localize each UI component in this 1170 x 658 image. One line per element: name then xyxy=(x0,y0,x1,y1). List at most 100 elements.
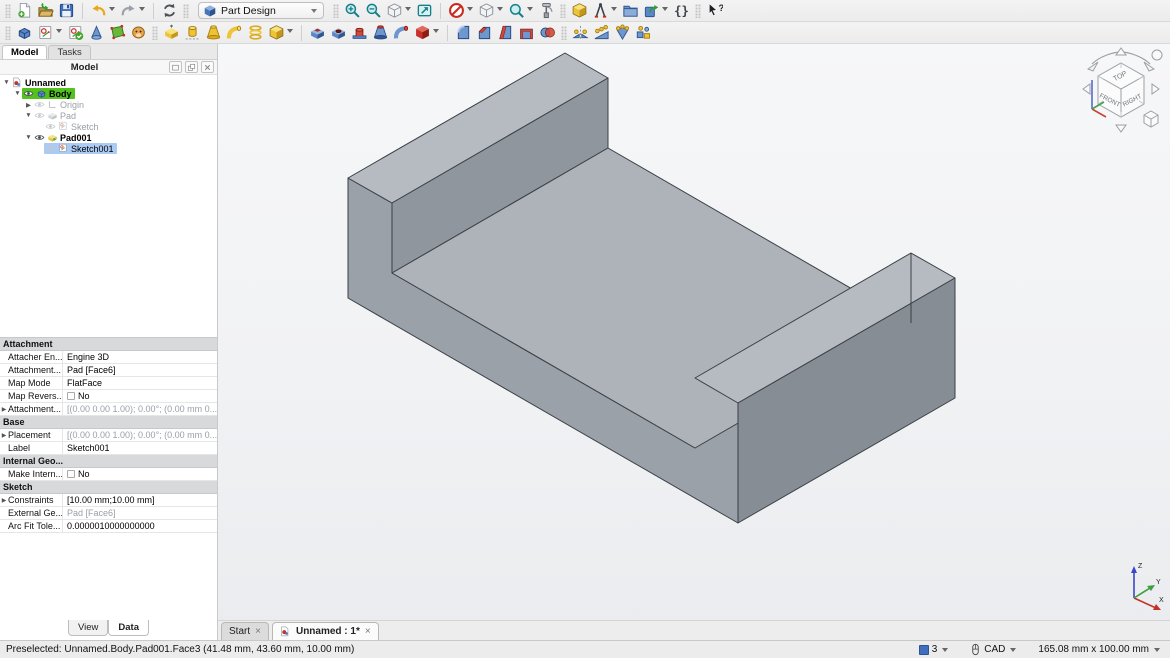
tree-expander-open[interactable]: ▼ xyxy=(2,79,11,86)
property-value[interactable]: Pad [Face6] xyxy=(62,506,217,520)
expressions-button[interactable]: {} xyxy=(671,0,692,21)
visibility-eye-icon[interactable] xyxy=(23,89,34,98)
mirrored-button[interactable] xyxy=(570,22,591,43)
create-body-button[interactable] xyxy=(14,22,35,43)
property-value[interactable]: [(0.00 0.00 1.00); 0.00°; (0.00 mm 0... xyxy=(62,428,217,442)
tree-item-content[interactable]: Sketch xyxy=(44,121,102,132)
property-value[interactable]: [10.00 mm;10.00 mm] xyxy=(62,493,217,507)
property-row[interactable]: Attachment... Pad [Face6] xyxy=(0,363,217,377)
create-sketch-dropdown-arrow[interactable] xyxy=(56,29,62,33)
linear-pattern-button[interactable] xyxy=(591,22,612,43)
additive-primitive-dropdown-arrow[interactable] xyxy=(287,29,293,33)
create-shape-binder-button[interactable] xyxy=(107,22,128,43)
tree-item-pad[interactable]: ▼ Pad xyxy=(0,110,217,121)
standard-views-button[interactable] xyxy=(384,0,411,21)
multitransform-button[interactable] xyxy=(633,22,654,43)
navigation-cube[interactable]: TOP FRONT RIGHT xyxy=(1078,47,1164,135)
thickness-button[interactable] xyxy=(516,22,537,43)
hidden-eye-icon[interactable] xyxy=(45,144,56,153)
property-value[interactable]: No xyxy=(62,389,217,403)
hidden-eye-icon[interactable] xyxy=(45,122,56,131)
property-row[interactable]: Arc Fit Tole... 0.0000010000000000 xyxy=(0,519,217,533)
view-isometric-dropdown-arrow[interactable] xyxy=(497,7,503,11)
panel-undock-button[interactable] xyxy=(185,61,198,73)
boolean-button[interactable] xyxy=(537,22,558,43)
revolution-button[interactable] xyxy=(182,22,203,43)
create-datum-button[interactable] xyxy=(590,0,617,21)
whats-this-button[interactable]: ? xyxy=(704,0,725,21)
view-isometric-button[interactable] xyxy=(476,0,503,21)
render-count-selector[interactable]: 3 xyxy=(918,644,951,655)
tree-expander-closed[interactable]: ▶ xyxy=(24,101,33,109)
property-row[interactable]: Label Sketch001 xyxy=(0,441,217,455)
create-datum-dropdown-arrow[interactable] xyxy=(611,7,617,11)
hidden-eye-icon[interactable] xyxy=(34,100,45,109)
property-value[interactable]: Engine 3D xyxy=(62,350,217,364)
panel-float-button[interactable] xyxy=(169,61,182,73)
create-group-button[interactable] xyxy=(620,0,641,21)
attach-sketch-button[interactable] xyxy=(86,22,107,43)
refresh-button[interactable] xyxy=(159,0,180,21)
pad-button[interactable] xyxy=(161,22,182,43)
part-3d-model[interactable] xyxy=(218,44,1170,620)
tree-item-content[interactable]: Body xyxy=(22,88,75,99)
undo-button[interactable] xyxy=(88,0,115,21)
property-value[interactable]: No xyxy=(62,467,217,481)
document-tab-start[interactable]: Start × xyxy=(221,622,269,640)
property-section-base[interactable]: Base xyxy=(0,416,217,429)
property-row[interactable]: Map Revers... No xyxy=(0,389,217,403)
expand-arrow-icon[interactable]: ▶ xyxy=(0,497,8,504)
rotate-right-step-arrow[interactable] xyxy=(1152,84,1159,94)
redo-dropdown-arrow[interactable] xyxy=(139,7,145,11)
edit-sketch-button[interactable] xyxy=(65,22,86,43)
tree-expander-open[interactable]: ▼ xyxy=(24,112,33,119)
tree-item-pad001[interactable]: ▼ Pad001 xyxy=(0,132,217,143)
tree-item-sketch[interactable]: Sketch xyxy=(0,121,217,132)
sync-view-button[interactable] xyxy=(414,0,435,21)
zoom-tools-dropdown-arrow[interactable] xyxy=(527,7,533,11)
close-tab-icon[interactable]: × xyxy=(365,626,371,637)
dock-tab-tasks[interactable]: Tasks xyxy=(48,45,91,59)
additive-helix-button[interactable] xyxy=(245,22,266,43)
hole-button[interactable] xyxy=(328,22,349,43)
zoom-in-button[interactable] xyxy=(342,0,363,21)
workbench-selector[interactable]: Part Design xyxy=(198,2,324,19)
property-row[interactable]: ▶ Attachment... [(0.00 0.00 1.00); 0.00°; … xyxy=(0,402,217,416)
tree-expander-open[interactable]: ▼ xyxy=(13,90,22,97)
groove-button[interactable] xyxy=(349,22,370,43)
create-clone-button[interactable] xyxy=(128,22,149,43)
tree-item-body[interactable]: ▼ Body xyxy=(0,88,217,99)
property-tab-data[interactable]: Data xyxy=(108,620,149,636)
property-value[interactable]: [(0.00 0.00 1.00); 0.00°; (0.00 mm 0... xyxy=(62,402,217,416)
save-document-button[interactable] xyxy=(56,0,77,21)
tree-item-unnamed[interactable]: ▼ Unnamed xyxy=(0,77,217,88)
navigation-style-selector[interactable]: CAD xyxy=(970,643,1018,656)
small-cube-button[interactable] xyxy=(1144,111,1158,127)
tree-item-content[interactable]: Pad xyxy=(33,110,79,121)
subtractive-loft-button[interactable] xyxy=(370,22,391,43)
additive-pipe-button[interactable] xyxy=(224,22,245,43)
subtractive-primitive-button[interactable] xyxy=(412,22,439,43)
expand-arrow-icon[interactable]: ▶ xyxy=(0,406,8,413)
tree-item-origin[interactable]: ▶ Origin xyxy=(0,99,217,110)
visibility-eye-icon[interactable] xyxy=(34,133,45,142)
tree-expander-open[interactable]: ▼ xyxy=(24,134,33,141)
checkbox[interactable] xyxy=(67,392,75,400)
measure-button[interactable] xyxy=(536,0,557,21)
document-tab-unnamed[interactable]: Unnamed : 1* × xyxy=(271,622,379,640)
tree-item-content[interactable]: Origin xyxy=(33,99,87,110)
draw-style-dropdown-arrow[interactable] xyxy=(467,7,473,11)
open-document-button[interactable] xyxy=(35,0,56,21)
property-row[interactable]: Attacher En... Engine 3D xyxy=(0,350,217,364)
3d-viewport[interactable]: TOP FRONT RIGHT Z Y X Start × Unnamed: … xyxy=(218,44,1170,640)
draft-button[interactable] xyxy=(495,22,516,43)
redo-button[interactable] xyxy=(118,0,145,21)
rotate-left-step-arrow[interactable] xyxy=(1083,84,1090,94)
property-section-sketch[interactable]: Sketch xyxy=(0,481,217,494)
property-section-attachment[interactable]: Attachment xyxy=(0,338,217,351)
draw-style-button[interactable] xyxy=(446,0,473,21)
subtractive-primitive-dropdown-arrow[interactable] xyxy=(433,29,439,33)
nav-cube-menu-button[interactable] xyxy=(1152,50,1162,60)
undo-dropdown-arrow[interactable] xyxy=(109,7,115,11)
expand-arrow-icon[interactable]: ▶ xyxy=(0,432,8,439)
